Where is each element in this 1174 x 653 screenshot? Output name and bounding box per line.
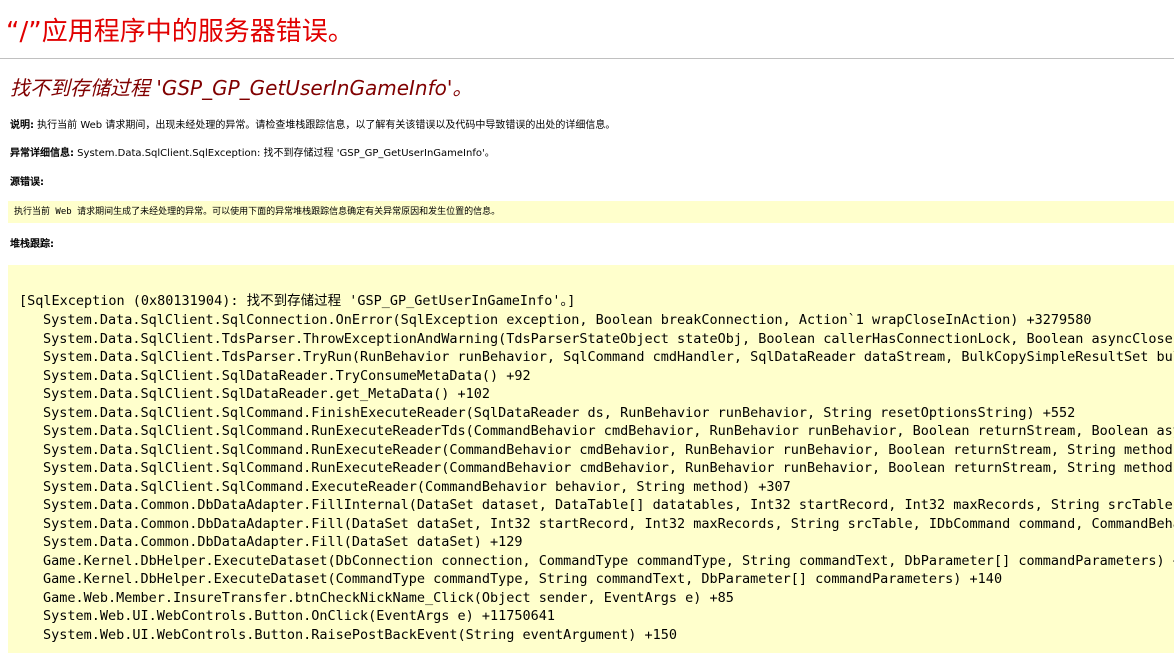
source-error-label: 源错误:: [10, 177, 44, 188]
exception-details-line: 异常详细信息: System.Data.SqlClient.SqlExcepti…: [10, 147, 495, 161]
stack-frame: System.Data.SqlClient.SqlCommand.Execute…: [43, 478, 791, 495]
exception-details-text: System.Data.SqlClient.SqlException: 找不到存…: [74, 148, 495, 159]
stack-frame: System.Data.SqlClient.SqlDataReader.TryC…: [43, 367, 531, 384]
stack-frame: Game.Kernel.DbHelper.ExecuteDataset(DbCo…: [43, 552, 1174, 569]
title-divider: [0, 58, 1174, 59]
stack-frame: System.Data.Common.DbDataAdapter.Fill(Da…: [43, 534, 523, 550]
stack-frame: System.Data.SqlClient.SqlDataReader.get_…: [43, 386, 491, 402]
exception-details-label: 异常详细信息:: [10, 148, 74, 159]
stack-trace-box: [SqlException (0x80131904): 找不到存储过程 'GSP…: [8, 265, 1174, 653]
error-heading: 找不到存储过程 'GSP_GP_GetUserInGameInfo'。: [10, 76, 473, 100]
stack-frame: System.Data.SqlClient.SqlCommand.RunExec…: [43, 441, 1174, 458]
stack-frame: System.Web.UI.WebControls.Button.RaisePo…: [43, 626, 677, 643]
stack-frame: System.Data.Common.DbDataAdapter.Fill(Da…: [43, 515, 1174, 532]
source-error-text: 执行当前 Web 请求期间生成了未经处理的异常。可以使用下面的异常堆栈跟踪信息确…: [14, 207, 501, 217]
stack-trace-header: [SqlException (0x80131904): 找不到存储过程 'GSP…: [19, 293, 576, 309]
page-title: “/”应用程序中的服务器错误。: [6, 17, 354, 47]
stack-frame: System.Web.UI.WebControls.Button.OnClick…: [43, 608, 556, 624]
stack-frame: System.Data.Common.DbDataAdapter.FillInt…: [43, 497, 1174, 513]
stack-frame: System.Data.SqlClient.SqlCommand.RunExec…: [43, 423, 1174, 439]
stack-frame: System.Data.SqlClient.TdsParser.TryRun(R…: [43, 349, 1174, 365]
description-line: 说明: 执行当前 Web 请求期间，出现未经处理的异常。请检查堆栈跟踪信息，以了…: [10, 119, 615, 133]
stack-frame: System.Data.SqlClient.SqlConnection.OnEr…: [43, 312, 1092, 328]
stack-frame: Game.Kernel.DbHelper.ExecuteDataset(Comm…: [43, 571, 1003, 587]
stack-frame: System.Data.SqlClient.SqlCommand.RunExec…: [43, 460, 1174, 476]
stack-frame: System.Data.SqlClient.SqlCommand.FinishE…: [43, 404, 1076, 421]
stack-frame: System.Data.SqlClient.TdsParser.ThrowExc…: [43, 330, 1174, 347]
source-error-box: 执行当前 Web 请求期间生成了未经处理的异常。可以使用下面的异常堆栈跟踪信息确…: [8, 201, 1174, 223]
description-text: 执行当前 Web 请求期间，出现未经处理的异常。请检查堆栈跟踪信息，以了解有关该…: [34, 120, 616, 131]
stack-trace-label: 堆栈跟踪:: [10, 239, 54, 250]
description-label: 说明:: [10, 120, 34, 131]
stack-frame: Game.Web.Member.InsureTransfer.btnCheckN…: [43, 589, 734, 606]
